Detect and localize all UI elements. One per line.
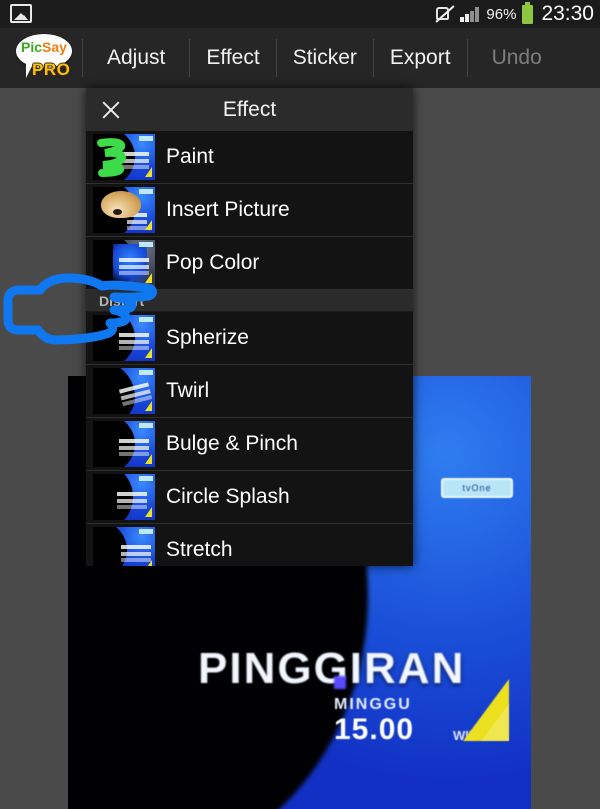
photo-day-text: MINGGU [334, 696, 412, 713]
list-item-label: Pop Color [166, 251, 260, 274]
tab-adjust[interactable]: Adjust [83, 28, 189, 88]
list-item-label: Paint [166, 145, 214, 168]
list-item-bulge-pinch[interactable]: Bulge & Pinch [86, 418, 413, 471]
spherize-thumbnail [93, 315, 155, 361]
logo-text-say: Say [42, 39, 67, 55]
list-item-paint[interactable]: Paint [86, 131, 413, 184]
clock: 23:30 [541, 2, 594, 25]
list-item-circle-splash[interactable]: Circle Splash [86, 471, 413, 524]
tab-sticker[interactable]: Sticker [277, 28, 373, 88]
bulge-pinch-thumbnail [93, 421, 155, 467]
circle-splash-thumbnail [93, 474, 155, 520]
logo-text-pro: PRO [32, 60, 71, 79]
stretch-thumbnail [93, 527, 155, 566]
list-item-spherize[interactable]: Spherize [86, 312, 413, 365]
list-item-twirl[interactable]: Twirl [86, 365, 413, 418]
battery-percent: 96% [486, 5, 517, 23]
list-item-label: Twirl [166, 379, 210, 402]
list-item-insert-picture[interactable]: Insert Picture [86, 184, 413, 237]
logo-text-pic: Pic [21, 39, 43, 55]
green-scribble-icon [97, 138, 126, 177]
gallery-icon [10, 4, 32, 23]
photo-watermark: tvOne [441, 478, 513, 498]
photo-triangle-highlight [481, 703, 509, 741]
list-item-label: Insert Picture [166, 198, 290, 221]
tab-export[interactable]: Export [374, 28, 467, 88]
status-bar-right: 96% 23:30 [434, 0, 594, 28]
effect-dialog-header: Effect [86, 88, 413, 131]
insert-picture-thumbnail [93, 187, 155, 233]
photo-accent-dot [334, 676, 346, 689]
list-item-label: Circle Splash [166, 485, 290, 508]
effect-list[interactable]: Paint Insert Picture Pop Color Distort S… [86, 131, 413, 566]
status-bar: 96% 23:30 [0, 0, 600, 28]
photo-time-text: 15.00 [334, 713, 415, 746]
canvas-area[interactable]: tvOne PINGGIRAN MINGGU 15.00 WIB Effect [0, 88, 600, 809]
battery-icon [522, 1, 534, 24]
photo-headline-text: PINGGIRAN [198, 644, 466, 693]
effect-dialog: Effect Paint Insert Picture Pop Color Di… [86, 88, 413, 566]
twirl-thumbnail [93, 368, 155, 414]
effect-dialog-title: Effect [222, 98, 277, 121]
paint-thumbnail [93, 134, 155, 180]
list-item-label: Bulge & Pinch [166, 432, 298, 455]
app-toolbar: PicSay PRO Adjust Effect Sticker Export … [0, 28, 600, 88]
picsay-pro-logo: PicSay PRO [4, 30, 82, 86]
signal-bars-icon [460, 6, 480, 22]
pop-color-thumbnail [93, 240, 155, 286]
mute-bell-icon [434, 5, 455, 23]
section-header-distort: Distort [86, 290, 413, 312]
undo-button[interactable]: Undo [468, 28, 566, 88]
tab-effect[interactable]: Effect [190, 28, 275, 88]
list-item-stretch[interactable]: Stretch [86, 524, 413, 566]
list-item-label: Spherize [166, 326, 249, 349]
list-item-label: Stretch [166, 538, 233, 561]
list-item-pop-color[interactable]: Pop Color [86, 237, 413, 290]
